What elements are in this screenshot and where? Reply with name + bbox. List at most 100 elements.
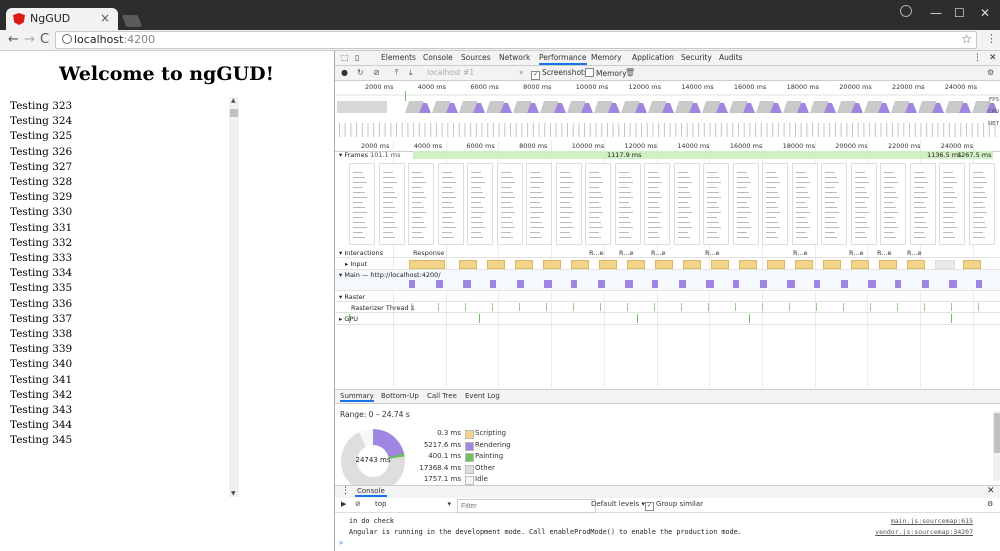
frame-screenshot[interactable] (880, 163, 906, 245)
tab-application[interactable]: Application (632, 53, 674, 62)
input-bar[interactable] (487, 260, 505, 269)
frame-screenshot[interactable] (673, 163, 700, 245)
main-task-bar[interactable] (517, 280, 524, 288)
main-task-bar[interactable] (976, 280, 982, 288)
frame-screenshot[interactable] (703, 163, 729, 245)
scroll-thumb[interactable] (230, 109, 238, 117)
main-task-bar[interactable] (841, 280, 848, 288)
input-bar[interactable] (739, 260, 757, 269)
main-task-bar[interactable] (895, 280, 901, 288)
frame-screenshot[interactable] (968, 163, 995, 245)
frame-screenshot[interactable] (909, 163, 936, 245)
main-task-bar[interactable] (922, 280, 929, 288)
summary-tab-call-tree[interactable]: Call Tree (427, 392, 457, 400)
target-select[interactable]: localhost #1 ▾ (427, 68, 523, 77)
console-clear-icon[interactable]: ⊘ (355, 500, 361, 508)
input-bar[interactable] (795, 260, 813, 269)
bookmark-star-icon[interactable]: ☆ (961, 32, 972, 46)
info-icon[interactable] (62, 34, 72, 44)
frame-screenshot[interactable] (408, 163, 434, 245)
frame-screenshot[interactable] (850, 163, 877, 245)
perf-settings-gear-icon[interactable]: ⚙ (987, 68, 994, 77)
response-marker[interactable]: R...e (619, 249, 633, 257)
input-track[interactable]: ▸ Input (335, 258, 1000, 270)
group-similar-checkbox[interactable]: ✓ Group similar (645, 500, 703, 511)
frame-screenshot[interactable] (378, 163, 405, 245)
response-marker[interactable]: R...e (651, 249, 665, 257)
response-marker[interactable]: R...e (849, 249, 863, 257)
frame-screenshot[interactable] (732, 163, 759, 245)
main-track[interactable]: ▾ Main — http://localhost:4200/ (335, 270, 1000, 291)
reload-button[interactable]: C (40, 32, 49, 47)
input-bar[interactable] (515, 260, 533, 269)
main-task-bar[interactable] (571, 280, 577, 288)
drawer-close-icon[interactable]: ✕ (987, 486, 995, 496)
console-prompt[interactable]: > (339, 539, 343, 547)
response-marker[interactable]: R...e (907, 249, 921, 257)
frame-screenshot[interactable] (821, 163, 847, 245)
inspect-icon[interactable]: ⬚ (341, 53, 349, 62)
main-task-bar[interactable] (436, 280, 443, 288)
reload-profile-icon[interactable]: ↻ (357, 68, 364, 77)
frame-screenshot[interactable] (614, 163, 641, 245)
raster-track[interactable]: ▾ Raster (335, 291, 1000, 302)
console-source-link[interactable]: main.js:sourcemap:615 (891, 517, 973, 525)
frame-screenshot[interactable] (791, 163, 818, 245)
frame-screenshot[interactable] (555, 163, 582, 245)
input-bar[interactable] (907, 260, 925, 269)
list-scrollbar[interactable]: ▲ ▼ (229, 97, 239, 497)
context-select[interactable]: top ▾ (375, 500, 451, 508)
frame-screenshot[interactable] (526, 163, 552, 245)
tab-security[interactable]: Security (681, 53, 712, 62)
main-task-bar[interactable] (760, 280, 767, 288)
devtools-close-icon[interactable]: ✕ (989, 53, 997, 63)
frame-screenshot[interactable] (496, 163, 523, 245)
close-window-button[interactable]: ✕ (980, 6, 990, 20)
drawer-menu-icon[interactable]: ⋮ (341, 486, 350, 496)
main-task-bar[interactable] (598, 280, 605, 288)
main-task-bar[interactable] (625, 280, 633, 288)
tab-elements[interactable]: Elements (381, 53, 416, 62)
tab-close-icon[interactable]: × (100, 11, 110, 25)
browser-tab[interactable]: NgGUD × (6, 8, 118, 30)
input-bar[interactable] (935, 260, 955, 269)
frame-screenshot[interactable] (349, 163, 375, 245)
tab-console[interactable]: Console (423, 53, 453, 62)
main-task-bar[interactable] (814, 280, 820, 288)
input-bar[interactable] (627, 260, 645, 269)
record-icon[interactable]: ● (341, 68, 348, 77)
main-task-bar[interactable] (463, 280, 471, 288)
frame-screenshot[interactable] (467, 163, 493, 245)
main-task-bar[interactable] (544, 280, 552, 288)
input-bar[interactable] (683, 260, 701, 269)
input-bar[interactable] (767, 260, 785, 269)
input-bar[interactable] (963, 260, 981, 269)
main-task-bar[interactable] (490, 280, 496, 288)
screenshots-checkbox[interactable]: ✓ Screenshots (531, 68, 588, 80)
upload-icon[interactable]: ⤒ (395, 68, 399, 78)
input-bar[interactable] (711, 260, 729, 269)
response-marker[interactable]: R...e (705, 249, 719, 257)
back-button[interactable]: ← (8, 32, 19, 47)
timeline-overview[interactable]: 2000 ms 4000 ms 6000 ms 8000 ms 10000 ms 1200… (335, 81, 1000, 142)
tab-audits[interactable]: Audits (719, 53, 743, 62)
maximize-button[interactable]: ☐ (954, 6, 965, 20)
console-source-link[interactable]: vendor.js:sourcemap:34207 (875, 528, 973, 536)
trash-icon[interactable]: 🗑 (625, 68, 635, 77)
input-bar[interactable] (851, 260, 869, 269)
tab-performance[interactable]: Performance (539, 53, 587, 65)
console-tab[interactable]: Console (355, 487, 387, 497)
tab-memory[interactable]: Memory (591, 53, 622, 62)
device-toggle-icon[interactable]: ▯ (355, 53, 359, 62)
profile-icon[interactable] (900, 5, 912, 17)
input-bar[interactable] (655, 260, 673, 269)
gpu-track[interactable]: ▸ GPU (335, 313, 1000, 325)
input-bar[interactable] (599, 260, 617, 269)
forward-button[interactable]: → (24, 32, 35, 47)
devtools-menu-icon[interactable]: ⋮ (973, 53, 982, 63)
summary-tab-bottom-up[interactable]: Bottom-Up (381, 392, 419, 400)
main-task-bar[interactable] (652, 280, 658, 288)
response-marker[interactable]: R...e (589, 249, 603, 257)
input-bar[interactable] (409, 260, 445, 269)
levels-select[interactable]: Default levels ▾ (591, 500, 645, 508)
